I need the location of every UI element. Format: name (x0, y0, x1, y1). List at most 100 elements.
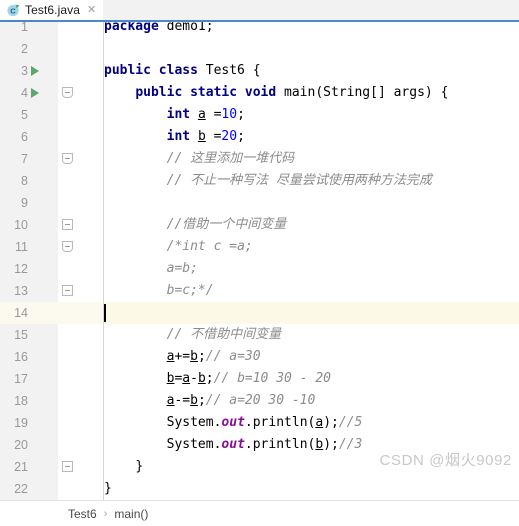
line-number: 22 (14, 482, 28, 496)
code-line[interactable]: 15 // 不借助中间变量 (0, 324, 519, 346)
line-number-cell[interactable]: 15 (0, 324, 58, 346)
code-line[interactable]: 9 (0, 192, 519, 214)
code-line[interactable]: 17 b=a-b;// b=10 30 - 20 (0, 368, 519, 390)
code-line[interactable]: 2 (0, 38, 519, 60)
line-number-cell[interactable]: 20 (0, 434, 58, 456)
fold-cell (58, 302, 103, 324)
run-arrow-icon[interactable] (31, 88, 39, 98)
line-number-cell[interactable]: 22 (0, 478, 58, 500)
line-number: 1 (21, 22, 28, 34)
chevron-right-icon: › (103, 507, 108, 520)
fold-cell (58, 104, 103, 126)
line-number-cell[interactable]: 18 (0, 390, 58, 412)
code-text (104, 302, 519, 324)
line-number-cell[interactable]: 10 (0, 214, 58, 236)
code-line[interactable]: 22} (0, 478, 519, 500)
line-number: 17 (14, 372, 28, 386)
line-number: 10 (14, 218, 28, 232)
code-text: } (104, 481, 112, 496)
fold-cell (58, 22, 103, 38)
code-line[interactable]: 1 package demo1; (0, 22, 519, 38)
line-number-cell[interactable]: 9 (0, 192, 58, 214)
line-number: 8 (21, 174, 28, 188)
code-line[interactable]: 4 public static void main(String[] args)… (0, 82, 519, 104)
line-number-cell[interactable]: 16 (0, 346, 58, 368)
line-number-cell[interactable]: 5 (0, 104, 58, 126)
breadcrumb: Test6 › main() (0, 500, 519, 526)
editor-tab-test6-java[interactable]: C Test6.java ✕ (0, 0, 104, 20)
line-number: 4 (21, 86, 28, 100)
code-line[interactable]: 6 int b =20; (0, 126, 519, 148)
code-line[interactable]: 12 a=b; (0, 258, 519, 280)
line-number-cell[interactable]: 11 (0, 236, 58, 258)
fold-cell (58, 412, 103, 434)
breadcrumb-item-method[interactable]: main() (114, 507, 148, 521)
fold-cell (58, 236, 103, 258)
line-number: 9 (21, 196, 28, 210)
line-number-cell[interactable]: 21 (0, 456, 58, 478)
code-line[interactable]: 14 (0, 302, 519, 324)
line-number-cell[interactable]: 6 (0, 126, 58, 148)
java-class-runnable-icon: C (7, 3, 20, 17)
code-text: // 不止一种写法 尽量尝试使用两种方法完成 (166, 173, 432, 188)
fold-cell (58, 434, 103, 456)
fold-cell (58, 60, 103, 82)
line-number: 14 (14, 306, 28, 320)
line-number-cell[interactable]: 3 (0, 60, 58, 82)
line-number-cell[interactable]: 12 (0, 258, 58, 280)
fold-cell (58, 346, 103, 368)
line-number-cell[interactable]: 1 (0, 22, 58, 38)
code-line[interactable]: 16 a+=b;// a=30 (0, 346, 519, 368)
code-line[interactable]: 7 // 这里添加一堆代码 (0, 148, 519, 170)
line-number-cell[interactable]: 19 (0, 412, 58, 434)
code-line[interactable]: 13 b=c;*/ (0, 280, 519, 302)
code-text: a+=b;// a=30 (166, 349, 261, 364)
line-number: 2 (21, 42, 28, 56)
line-number-cell[interactable]: 8 (0, 170, 58, 192)
line-number: 5 (21, 108, 28, 122)
line-number: 3 (21, 64, 28, 78)
code-line[interactable]: 8 // 不止一种写法 尽量尝试使用两种方法完成 (0, 170, 519, 192)
line-number-cell[interactable]: 14 (0, 302, 58, 324)
code-line[interactable]: 10 //借助一个中间变量 (0, 214, 519, 236)
code-line[interactable]: 5 int a =10; (0, 104, 519, 126)
line-number: 18 (14, 394, 28, 408)
fold-marker-icon[interactable] (62, 241, 73, 252)
fold-marker-icon[interactable] (62, 219, 73, 230)
fold-cell (58, 38, 103, 60)
code-text: b=a-b;// b=10 30 - 20 (166, 371, 331, 386)
line-number-cell[interactable]: 4 (0, 82, 58, 104)
watermark: CSDN @烟火9092 (379, 452, 512, 469)
code-line[interactable]: 18 a-=b;// a=20 30 -10 (0, 390, 519, 412)
code-line[interactable]: 11 /*int c =a; (0, 236, 519, 258)
run-arrow-icon[interactable] (31, 66, 39, 76)
close-icon[interactable]: ✕ (85, 4, 96, 16)
code-text: int b =20; (166, 129, 245, 144)
code-line[interactable]: 19 System.out.println(a);//5 (0, 412, 519, 434)
code-text: a=b; (166, 261, 198, 276)
code-text: int a =10; (166, 107, 245, 122)
line-number: 11 (15, 240, 28, 254)
line-number-cell[interactable]: 17 (0, 368, 58, 390)
code-text: b=c;*/ (166, 283, 214, 298)
line-number: 15 (14, 328, 28, 342)
fold-marker-icon[interactable] (62, 285, 73, 296)
fold-cell (58, 192, 103, 214)
fold-cell (58, 82, 103, 104)
code-editor[interactable]: 1 package demo1; 2 3 public class Test6 {4 p… (0, 22, 519, 500)
line-number-cell[interactable]: 2 (0, 38, 58, 60)
fold-cell (58, 258, 103, 280)
editor-tab-bar: C Test6.java ✕ (0, 0, 519, 22)
code-line[interactable]: 3 public class Test6 { (0, 60, 519, 82)
fold-marker-icon[interactable] (62, 153, 73, 164)
code-text: // 这里添加一堆代码 (166, 151, 295, 166)
line-number-cell[interactable]: 7 (0, 148, 58, 170)
code-text: package demo1; (104, 22, 214, 34)
breadcrumb-item-class[interactable]: Test6 (68, 507, 97, 521)
fold-cell (58, 148, 103, 170)
fold-marker-icon[interactable] (62, 87, 73, 98)
line-number-cell[interactable]: 13 (0, 280, 58, 302)
fold-cell (58, 368, 103, 390)
fold-marker-icon[interactable] (62, 461, 73, 472)
